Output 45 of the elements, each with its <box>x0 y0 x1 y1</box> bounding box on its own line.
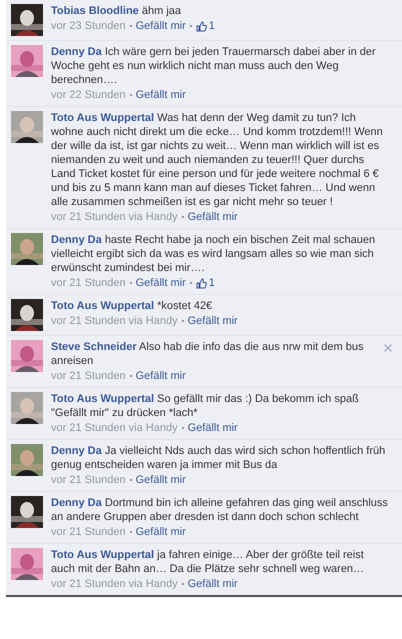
comment-text: Tobias Bloodline ähm jaa <box>51 4 182 18</box>
comment-text: Steve Schneider Also hab die info das die aus nrw mit dem bus anreisen <box>51 340 364 368</box>
close-button[interactable] <box>382 342 394 354</box>
comment-text: Denny Da Dortmund bin ich alleine gefahren das ging weil anschluss an andere Gruppen aber dresden ist dann doch schon schlecht <box>51 496 389 524</box>
comment-text: Denny Da haste Recht habe ja noch ein bischen Zeit mal schauen vielleicht ergibt sich da was es wird langsam alles so wie man sich erwünscht zumindest bei mir…. <box>51 233 376 275</box>
like-link[interactable]: Gefällt mir <box>136 88 186 102</box>
author-link[interactable]: Toto Aus Wuppertal <box>51 112 154 124</box>
comment-time: vor 21 Stunden via Handy <box>51 210 178 224</box>
comment-text: Toto Aus Wuppertal Was hat denn der Weg damit zu tun? Ich wohne auch nicht direkt um die ecke… Und komm trotzdem!!! Wenn der wille da ist, ist gar nichts zu weit… Wenn man wirklich will ist es niemanden zu weit und auch niemanden zu teuer!!! Quer durchs Land Ticket kostet für eine person und für jede weitere nochmal 6 € und bis zu 5 mann kann man auf dieses Ticket fahren… Und wenn alle zusammen schmeißen ist es gar nicht mehr so teuer ! <box>51 111 384 209</box>
comment-time: vor 21 Stunden via Handy <box>51 577 178 591</box>
author-link[interactable]: Denny Da <box>51 46 102 58</box>
thumbs-up-icon <box>196 20 207 32</box>
comment-text: Denny Da Ich wäre gern bei jeden Trauermarsch dabei aber in der Woche geht es nun wirklich nicht man muss auch den Weg berechnen…. <box>51 45 377 87</box>
like-link[interactable]: Gefällt mir <box>188 314 238 328</box>
like-link[interactable]: Gefällt mir <box>136 369 186 383</box>
like-link[interactable]: Gefällt mir <box>188 577 238 591</box>
comment-time: vor 21 Stunden <box>51 473 126 487</box>
like-link[interactable]: Gefällt mir <box>136 473 186 487</box>
author-link[interactable]: Toto Aus Wuppertal <box>51 393 154 405</box>
comment-time: vor 23 Stunden <box>51 19 126 33</box>
comment-time: vor 21 Stunden <box>51 525 126 539</box>
comment-text: Toto Aus Wuppertal So gefällt mir das :) Da bekomm ich spaß "Gefällt mir" zu drücken *lach* <box>51 392 360 420</box>
comment-text: Toto Aus Wuppertal ja fahren einige… Aber der größte teil reist auch mit der Bahn an… Da die Plätze sehr schnell weg waren… <box>51 548 366 576</box>
thumbs-up-icon <box>196 278 207 288</box>
comment-time: vor 21 Stunden <box>51 276 126 290</box>
author-link[interactable]: Denny Da <box>51 234 102 246</box>
comment-time: vor 22 Stunden <box>51 88 126 102</box>
like-link[interactable]: Gefällt mir <box>188 210 238 224</box>
like-link[interactable]: Gefällt mir <box>136 19 186 33</box>
author-link[interactable]: Tobias Bloodline <box>51 5 139 17</box>
like-link[interactable]: Gefällt mir <box>136 276 186 290</box>
author-link[interactable]: Denny Da <box>51 445 102 457</box>
author-link[interactable]: Steve Schneider <box>51 341 137 353</box>
comment-time: vor 21 Stunden via Handy <box>51 314 178 328</box>
like-count[interactable]: 1 <box>208 19 215 33</box>
comment-text: Denny Da Ja vielleicht Nds auch das wird sich schon hoffentlich früh genug entscheiden waren ja immer mit Bus da <box>51 444 386 472</box>
like-count[interactable]: 1 <box>208 276 215 290</box>
author-link[interactable]: Toto Aus Wuppertal <box>51 300 154 312</box>
like-link[interactable]: Gefällt mir <box>188 421 238 435</box>
comment-text: Toto Aus Wuppertal *kostet 42€ <box>51 299 214 313</box>
author-link[interactable]: Toto Aus Wuppertal <box>51 549 154 561</box>
author-link[interactable]: Denny Da <box>51 497 102 509</box>
comment-time: vor 21 Stunden <box>51 369 126 383</box>
comment-time: vor 21 Stunden via Handy <box>51 421 178 435</box>
like-link[interactable]: Gefällt mir <box>136 525 186 539</box>
